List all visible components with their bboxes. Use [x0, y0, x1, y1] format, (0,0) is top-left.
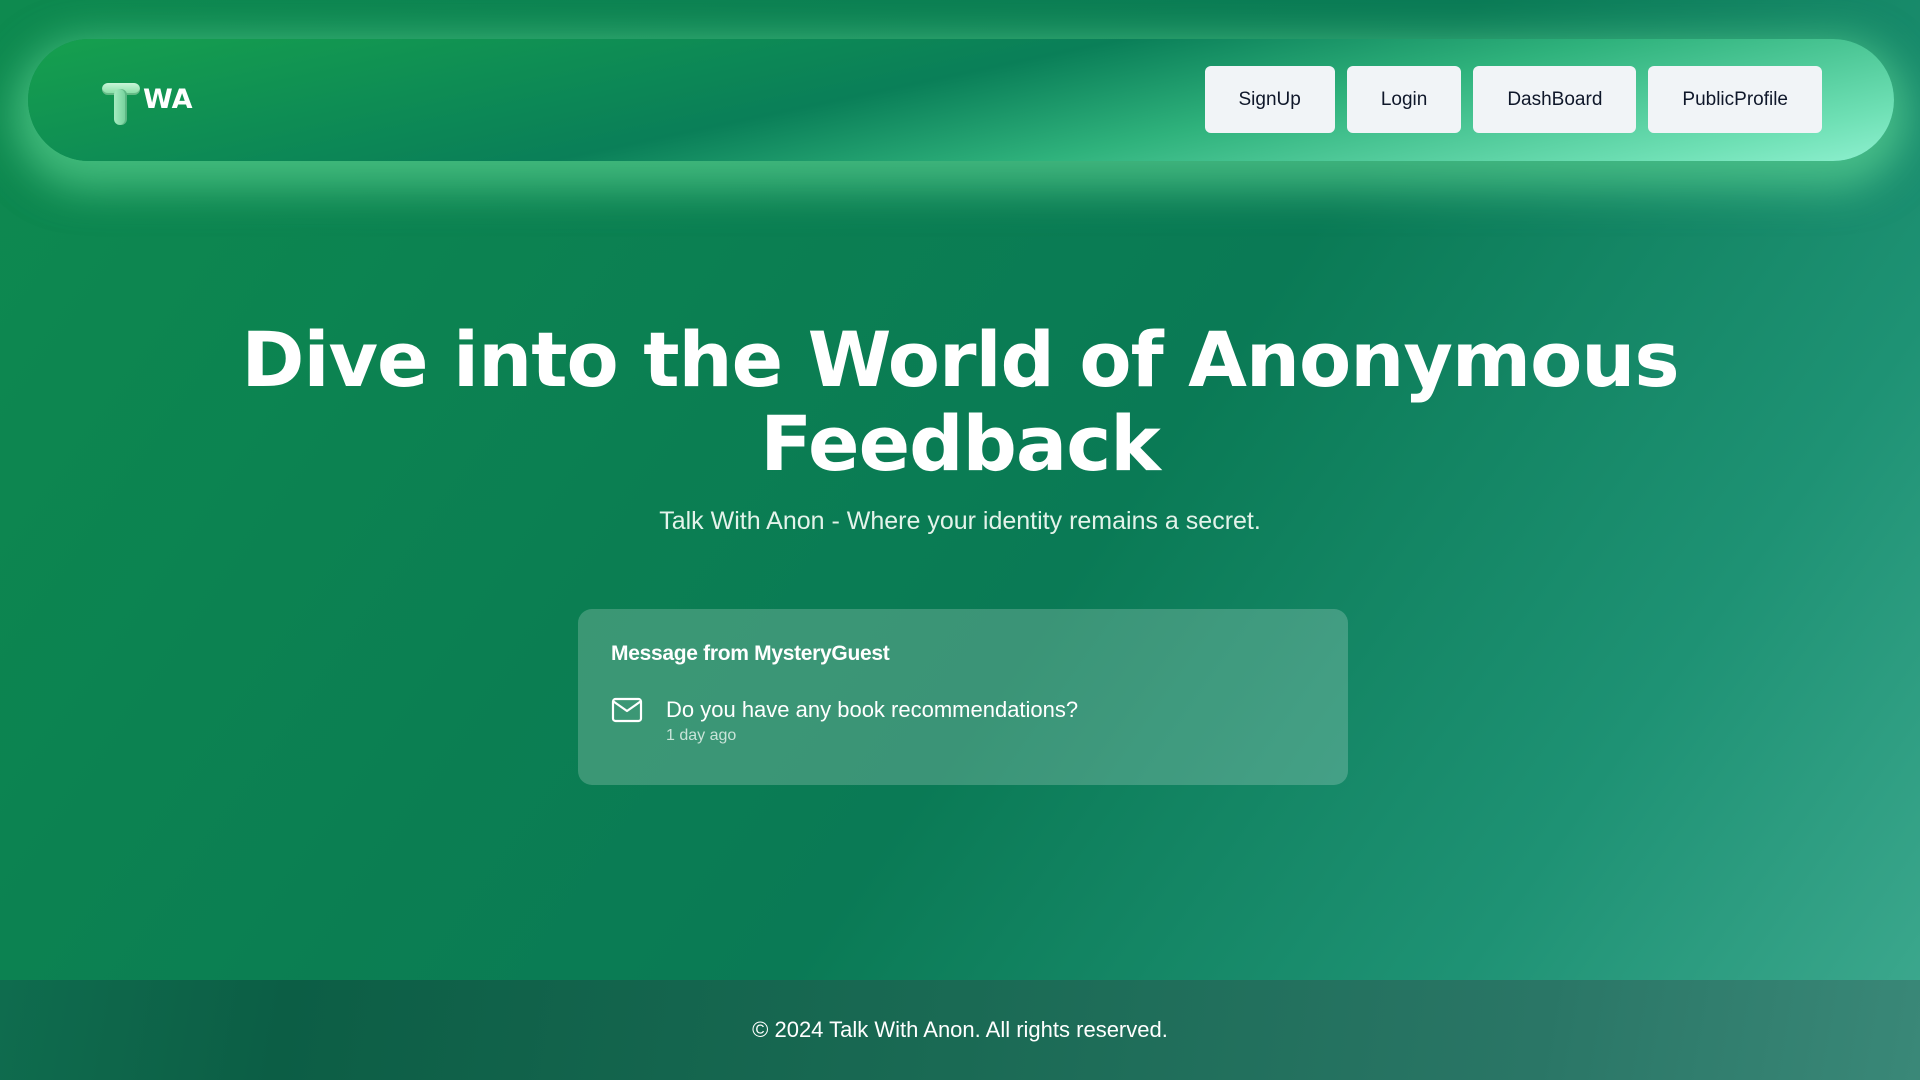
message-row: Do you have any book recommendations? 1 …	[611, 697, 1315, 746]
message-body: Do you have any book recommendations? 1 …	[666, 697, 1078, 746]
t-letter-logo-icon	[100, 79, 142, 125]
hero-section: Dive into the World of Anonymous Feedbac…	[0, 318, 1920, 536]
nav-buttons: SignUp Login DashBoard PublicProfile	[1204, 66, 1822, 133]
logo-text: WA	[143, 84, 193, 115]
public-profile-button[interactable]: PublicProfile	[1648, 66, 1822, 133]
page: WA SignUp Login DashBoard PublicProfile …	[0, 0, 1920, 1080]
mail-icon	[611, 697, 643, 723]
message-card-title: Message from MysteryGuest	[611, 642, 890, 665]
footer-copyright: © 2024 Talk With Anon. All rights reserv…	[752, 1017, 1168, 1042]
logo[interactable]: WA	[100, 75, 192, 125]
message-timestamp: 1 day ago	[666, 727, 737, 744]
footer: © 2024 Talk With Anon. All rights reserv…	[0, 980, 1920, 1080]
signup-button[interactable]: SignUp	[1204, 66, 1335, 133]
message-card: Message from MysteryGuest Do you have an…	[578, 609, 1348, 785]
navbar: WA SignUp Login DashBoard PublicProfile	[28, 39, 1894, 161]
dashboard-button[interactable]: DashBoard	[1473, 66, 1637, 133]
hero-title: Dive into the World of Anonymous Feedbac…	[241, 315, 1679, 488]
hero-subtitle: Talk With Anon - Where your identity rem…	[659, 507, 1261, 535]
login-button[interactable]: Login	[1346, 66, 1462, 133]
message-text: Do you have any book recommendations?	[666, 697, 1079, 722]
